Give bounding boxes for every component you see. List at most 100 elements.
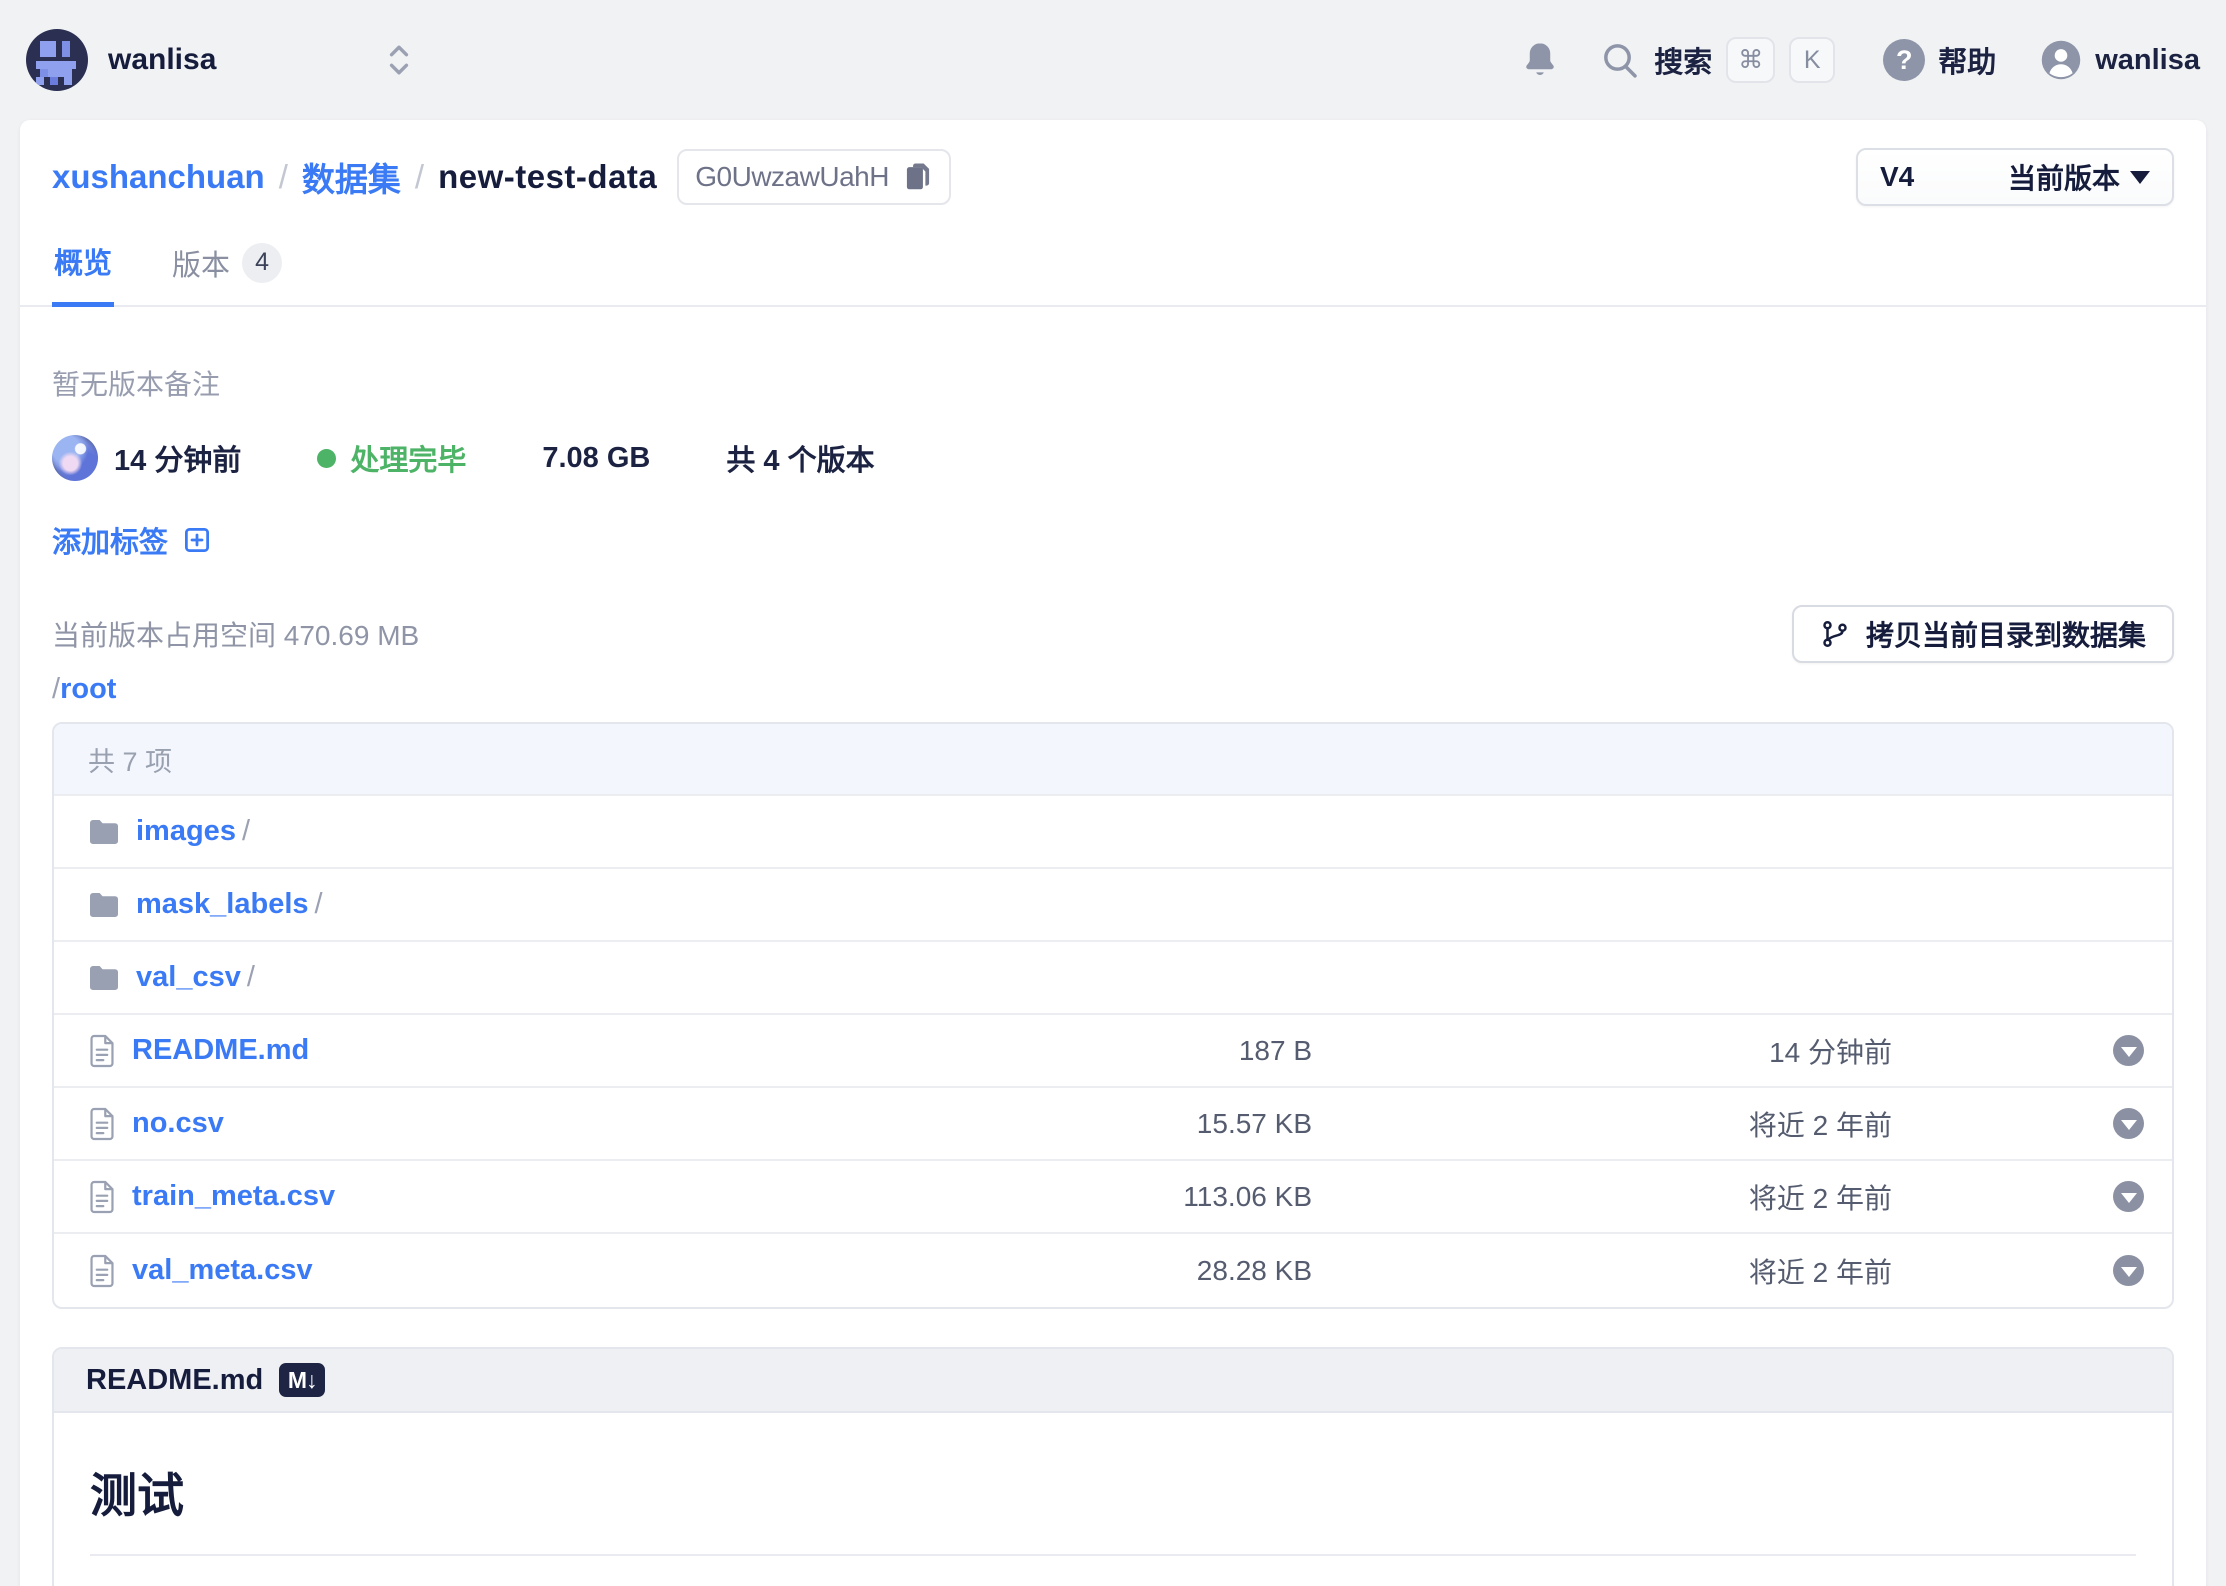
- dataset-name: new-test-data: [438, 158, 657, 196]
- current-path: /root: [52, 673, 2174, 706]
- readme-body: 测试 可以提供一个 README.md 文件放在数据仓库版本的根目录下，该文件将…: [54, 1413, 2172, 1586]
- folder-icon: [88, 890, 120, 920]
- versions-count-badge: 4: [242, 243, 282, 283]
- plus-square-icon: [182, 525, 212, 555]
- table-row: README.md 187 B 14 分钟前: [54, 1015, 2172, 1088]
- file-link[interactable]: README.md: [132, 1034, 309, 1067]
- updated-time: 14 分钟前: [114, 437, 241, 479]
- tab-versions-label: 版本: [172, 242, 230, 284]
- path-root-link[interactable]: root: [60, 673, 116, 705]
- file-modified: 将近 2 年前: [1312, 1104, 1892, 1144]
- folder-icon: [88, 963, 120, 993]
- version-meta-row: 14 分钟前 处理完毕 7.08 GB 共 4 个版本: [52, 435, 2174, 481]
- file-size: 15.57 KB: [1072, 1108, 1312, 1140]
- table-row: images /: [54, 796, 2172, 869]
- help-icon: ?: [1883, 39, 1925, 81]
- user-menu[interactable]: wanlisa: [2040, 39, 2200, 81]
- status-dot-icon: [317, 449, 336, 468]
- status-text: 处理完毕: [350, 437, 466, 479]
- tab-bar: 概览 版本 4: [20, 230, 2206, 307]
- copy-dir-to-dataset-button[interactable]: 拷贝当前目录到数据集: [1792, 605, 2174, 663]
- caret-down-icon: [2130, 171, 2150, 184]
- folder-suffix: /: [242, 815, 250, 848]
- file-modified: 将近 2 年前: [1312, 1251, 1892, 1291]
- file-link[interactable]: train_meta.csv: [132, 1180, 335, 1213]
- storage-used-label: 当前版本占用空间 470.69 MB: [52, 614, 419, 654]
- search-icon: [1600, 40, 1640, 80]
- file-table-header: 共 7 项: [54, 724, 2172, 796]
- readme-card: README.md M↓ 测试 可以提供一个 README.md 文件放在数据仓…: [52, 1347, 2174, 1586]
- notifications-bell-icon[interactable]: [1522, 41, 1558, 79]
- dataset-id-badge[interactable]: G0UwzawUahH: [677, 149, 951, 205]
- file-modified: 将近 2 年前: [1312, 1177, 1892, 1217]
- kbd-k: K: [1789, 37, 1835, 83]
- file-link[interactable]: no.csv: [132, 1107, 224, 1140]
- file-table: 共 7 项 images /: [52, 722, 2174, 1309]
- workspace-name: wanlisa: [108, 43, 216, 77]
- file-icon: [88, 1180, 116, 1214]
- download-icon[interactable]: [2113, 1255, 2144, 1286]
- table-row: mask_labels /: [54, 869, 2172, 942]
- readme-heading: 测试: [90, 1457, 2136, 1556]
- version-tag: V4: [1880, 161, 1914, 193]
- uploader-avatar: [52, 435, 98, 481]
- add-tag-label: 添加标签: [52, 519, 168, 561]
- file-size: 28.28 KB: [1072, 1255, 1312, 1287]
- copy-icon: [903, 161, 933, 193]
- version-note: 暂无版本备注: [52, 363, 2174, 403]
- dataset-id: G0UwzawUahH: [695, 161, 889, 193]
- workspace-switcher[interactable]: wanlisa: [26, 29, 412, 91]
- file-icon: [88, 1107, 116, 1141]
- table-row: val_meta.csv 28.28 KB 将近 2 年前: [54, 1234, 2172, 1307]
- folder-icon: [88, 817, 120, 847]
- file-rows: images / mask_labels /: [54, 796, 2172, 1307]
- tab-overview-label: 概览: [54, 240, 112, 282]
- file-icon: [88, 1254, 116, 1288]
- add-tag-button[interactable]: 添加标签: [52, 519, 212, 561]
- folder-suffix: /: [247, 961, 255, 994]
- breadcrumb-separator: /: [415, 158, 424, 196]
- breadcrumb-separator: /: [279, 158, 288, 196]
- readme-header: README.md M↓: [54, 1349, 2172, 1413]
- user-avatar-icon: [2040, 39, 2082, 81]
- download-icon[interactable]: [2113, 1181, 2144, 1212]
- markdown-icon: M↓: [279, 1363, 325, 1397]
- breadcrumb-owner-link[interactable]: xushanchuan: [52, 158, 265, 196]
- download-icon[interactable]: [2113, 1108, 2144, 1139]
- search-button[interactable]: 搜索 ⌘ K: [1600, 37, 1835, 83]
- file-link[interactable]: images: [136, 815, 236, 848]
- file-size: 113.06 KB: [1072, 1181, 1312, 1213]
- dataset-detail-card: xushanchuan / 数据集 / new-test-data G0Uwza…: [20, 120, 2206, 1586]
- chevron-updown-icon[interactable]: [386, 43, 412, 77]
- path-separator: /: [52, 673, 60, 705]
- folder-suffix: /: [315, 888, 323, 921]
- file-modified: 14 分钟前: [1312, 1031, 1892, 1071]
- file-icon: [88, 1034, 116, 1068]
- file-link[interactable]: val_meta.csv: [132, 1254, 313, 1287]
- download-icon[interactable]: [2113, 1035, 2144, 1066]
- git-branch-icon: [1820, 618, 1850, 650]
- table-row: no.csv 15.57 KB 将近 2 年前: [54, 1088, 2172, 1161]
- version-count: 共 4 个版本: [726, 437, 874, 479]
- copy-dir-label: 拷贝当前目录到数据集: [1866, 614, 2146, 654]
- version-selector[interactable]: V4 当前版本: [1856, 148, 2174, 206]
- processing-status: 处理完毕: [317, 437, 466, 479]
- current-version-text: 当前版本: [2008, 157, 2120, 197]
- file-link[interactable]: mask_labels: [136, 888, 309, 921]
- top-navbar: wanlisa 搜索 ⌘ K ? 帮助: [0, 0, 2226, 120]
- tab-versions[interactable]: 版本 4: [170, 230, 284, 305]
- readme-filename: README.md: [86, 1364, 263, 1397]
- kbd-cmd: ⌘: [1726, 37, 1775, 83]
- workspace-logo: [26, 29, 88, 91]
- tab-overview[interactable]: 概览: [52, 230, 114, 307]
- file-link[interactable]: val_csv: [136, 961, 241, 994]
- breadcrumb-datasets-link[interactable]: 数据集: [302, 153, 401, 201]
- user-name: wanlisa: [2095, 44, 2200, 77]
- file-size: 187 B: [1072, 1035, 1312, 1067]
- search-label: 搜索: [1654, 39, 1712, 81]
- help-button[interactable]: ? 帮助: [1883, 39, 1996, 81]
- table-row: train_meta.csv 113.06 KB 将近 2 年前: [54, 1161, 2172, 1234]
- current-version-label: 当前版本: [2008, 157, 2150, 197]
- storage-row: 当前版本占用空间 470.69 MB 拷贝当前目录到数据集: [52, 605, 2174, 663]
- table-row: val_csv /: [54, 942, 2172, 1015]
